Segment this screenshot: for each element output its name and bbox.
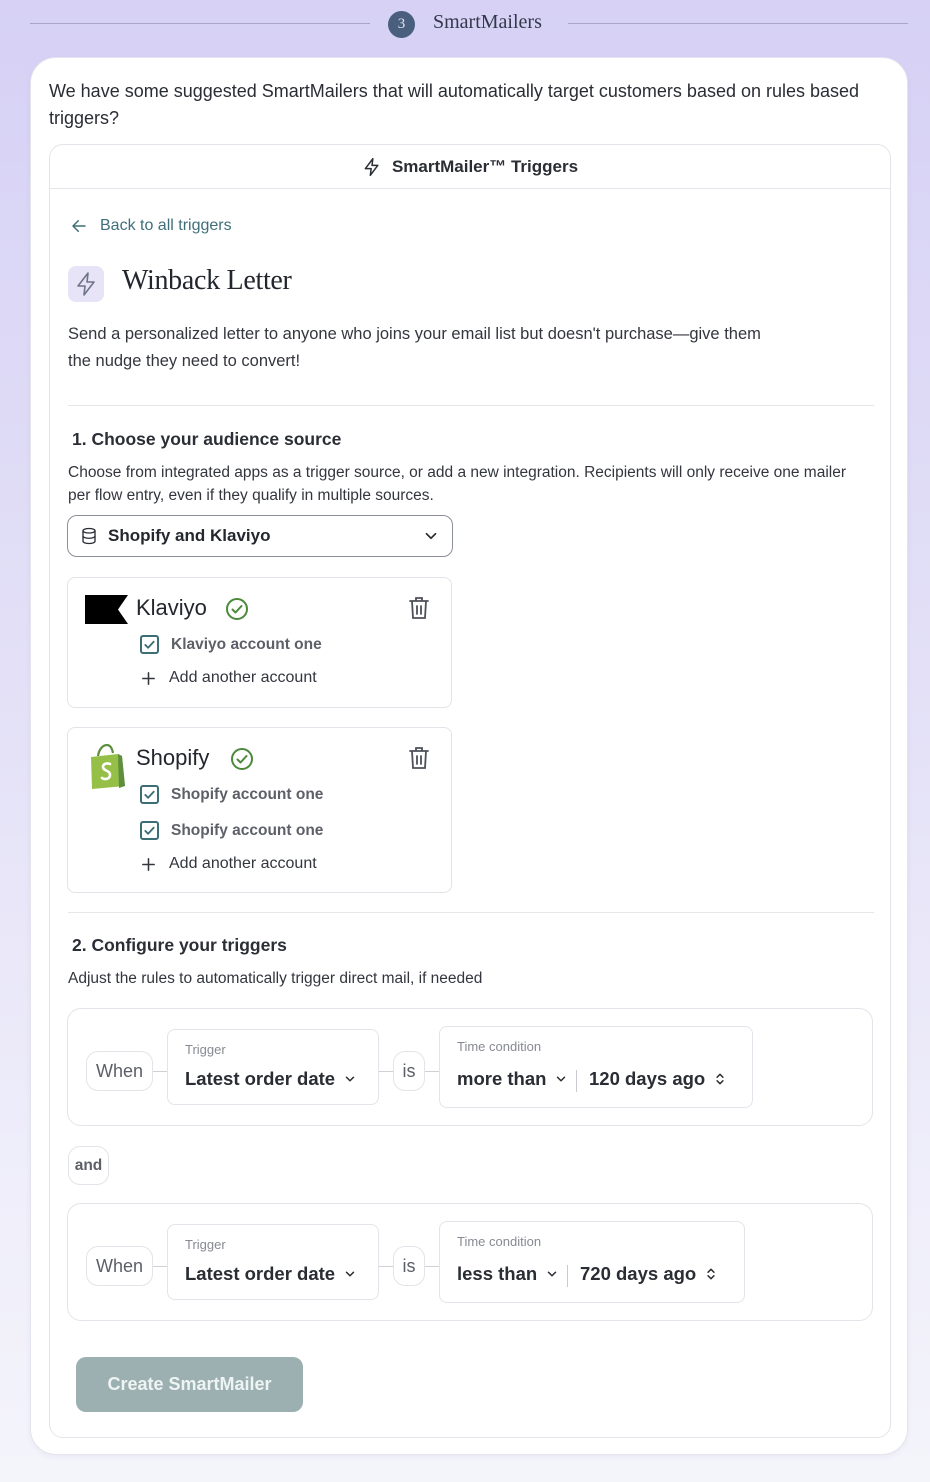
trigger-icon-tile — [68, 266, 104, 302]
trash-icon[interactable] — [408, 596, 430, 620]
intro-text: We have some suggested SmartMailers that… — [49, 81, 860, 128]
back-to-triggers-link[interactable]: Back to all triggers — [70, 217, 232, 235]
days-stepper[interactable]: 120 days ago — [589, 1068, 727, 1090]
verified-check-icon — [226, 598, 248, 620]
triggers-description: Adjust the rules to automatically trigge… — [68, 970, 483, 987]
chevron-down-icon — [547, 1271, 557, 1277]
checkbox-checked[interactable] — [140, 821, 159, 840]
trigger-field-label: Trigger — [185, 1042, 226, 1057]
arrow-left-icon — [72, 220, 86, 232]
chevron-down-icon — [425, 532, 437, 540]
klaviyo-source-card: Klaviyo Klaviyo account one Add another … — [67, 577, 452, 708]
connector-line — [425, 1266, 439, 1267]
when-label: When — [86, 1246, 153, 1286]
add-shopify-account-button[interactable]: Add another account — [140, 855, 317, 873]
trigger-select-value: Latest order date — [185, 1068, 336, 1089]
checkbox-checked[interactable] — [140, 785, 159, 804]
add-klaviyo-account-button[interactable]: Add another account — [140, 669, 317, 687]
step-title: SmartMailers — [433, 11, 542, 33]
add-account-label: Add another account — [169, 669, 317, 686]
field-separator — [567, 1265, 568, 1287]
add-account-label: Add another account — [169, 855, 317, 872]
trigger-field[interactable]: Trigger Latest order date — [167, 1029, 379, 1105]
step-card: We have some suggested SmartMailers that… — [30, 57, 908, 1455]
days-stepper[interactable]: 720 days ago — [580, 1263, 718, 1285]
klaviyo-account-checkbox[interactable]: Klaviyo account one — [140, 635, 322, 654]
section-divider — [68, 405, 874, 406]
shopify-account-checkbox[interactable]: Shopify account one — [140, 821, 323, 840]
checkmark-icon — [144, 790, 155, 799]
triggers-panel: SmartMailer™ Triggers Back to all trigge… — [49, 144, 891, 1438]
time-condition-label: Time condition — [457, 1039, 542, 1054]
trigger-rule: When Trigger Latest order date is Time c… — [67, 1008, 873, 1126]
audience-source-value: Shopify and Klaviyo — [108, 526, 271, 545]
connector-line — [379, 1071, 393, 1072]
account-label: Shopify account one — [171, 785, 324, 803]
trigger-field[interactable]: Trigger Latest order date — [167, 1224, 379, 1300]
database-icon — [82, 527, 96, 545]
klaviyo-logo-icon — [85, 595, 128, 624]
plus-icon — [142, 671, 155, 685]
chevron-down-icon — [345, 1076, 355, 1082]
triggers-heading: 2. Configure your triggers — [72, 935, 287, 955]
days-value: 720 days ago — [580, 1263, 697, 1284]
operator-value: less than — [457, 1263, 538, 1284]
create-smartmailer-button[interactable]: Create SmartMailer — [76, 1357, 303, 1412]
days-value: 120 days ago — [589, 1068, 706, 1089]
panel-header-title: SmartMailer™ Triggers — [391, 156, 579, 176]
plus-icon — [142, 857, 155, 871]
connector-line — [425, 1071, 439, 1072]
trigger-title: Winback Letter — [122, 265, 292, 296]
account-label: Klaviyo account one — [171, 635, 322, 653]
section-divider — [68, 912, 874, 913]
step-number-badge: 3 — [388, 11, 415, 38]
operator-select[interactable]: less than — [457, 1263, 559, 1285]
verified-check-icon — [231, 748, 253, 770]
lightning-icon — [77, 272, 95, 296]
connector-line — [153, 1266, 167, 1267]
is-label: is — [393, 1246, 425, 1286]
account-label: Shopify account one — [171, 821, 324, 839]
shopify-account-checkbox[interactable]: Shopify account one — [140, 785, 323, 804]
checkmark-icon — [144, 640, 155, 649]
trigger-select[interactable]: Latest order date — [185, 1068, 357, 1090]
when-label: When — [86, 1051, 153, 1091]
source-name: Klaviyo — [136, 595, 207, 620]
chevron-up-down-icon — [716, 1073, 724, 1085]
field-separator — [576, 1070, 577, 1092]
operator-select[interactable]: more than — [457, 1068, 568, 1090]
trigger-description: Send a personalized letter to anyone who… — [68, 325, 761, 370]
is-label: is — [393, 1051, 425, 1091]
audience-heading: 1. Choose your audience source — [72, 429, 342, 449]
audience-description: Choose from integrated apps as a trigger… — [68, 464, 846, 504]
checkmark-icon — [144, 826, 155, 835]
step-divider-left — [30, 23, 370, 24]
time-condition-field[interactable]: Time condition more than 120 days ago — [439, 1026, 753, 1108]
step-divider-right — [568, 23, 908, 24]
chevron-down-icon — [557, 1076, 566, 1082]
time-condition-field[interactable]: Time condition less than 720 days ago — [439, 1221, 745, 1303]
step-header: 3 SmartMailers — [0, 0, 930, 48]
source-name: Shopify — [136, 745, 210, 770]
shopify-logo-icon — [91, 744, 125, 789]
audience-source-select[interactable]: Shopify and Klaviyo — [67, 515, 453, 557]
lightning-icon — [364, 157, 379, 176]
trigger-select-value: Latest order date — [185, 1263, 336, 1284]
chevron-down-icon — [345, 1271, 355, 1277]
trigger-field-label: Trigger — [185, 1237, 226, 1252]
connector-line — [153, 1071, 167, 1072]
time-condition-label: Time condition — [457, 1234, 542, 1249]
chevron-up-down-icon — [707, 1268, 715, 1280]
checkbox-checked[interactable] — [140, 635, 159, 654]
back-link-label: Back to all triggers — [100, 217, 232, 234]
trash-icon[interactable] — [408, 746, 430, 770]
and-joiner: and — [68, 1146, 109, 1185]
shopify-source-card: Shopify Shopify account one Shopify acco… — [67, 727, 452, 893]
panel-header: SmartMailer™ Triggers — [50, 145, 890, 189]
trigger-rule: When Trigger Latest order date is Time c… — [67, 1203, 873, 1321]
trigger-select[interactable]: Latest order date — [185, 1263, 357, 1285]
operator-value: more than — [457, 1068, 547, 1089]
connector-line — [379, 1266, 393, 1267]
